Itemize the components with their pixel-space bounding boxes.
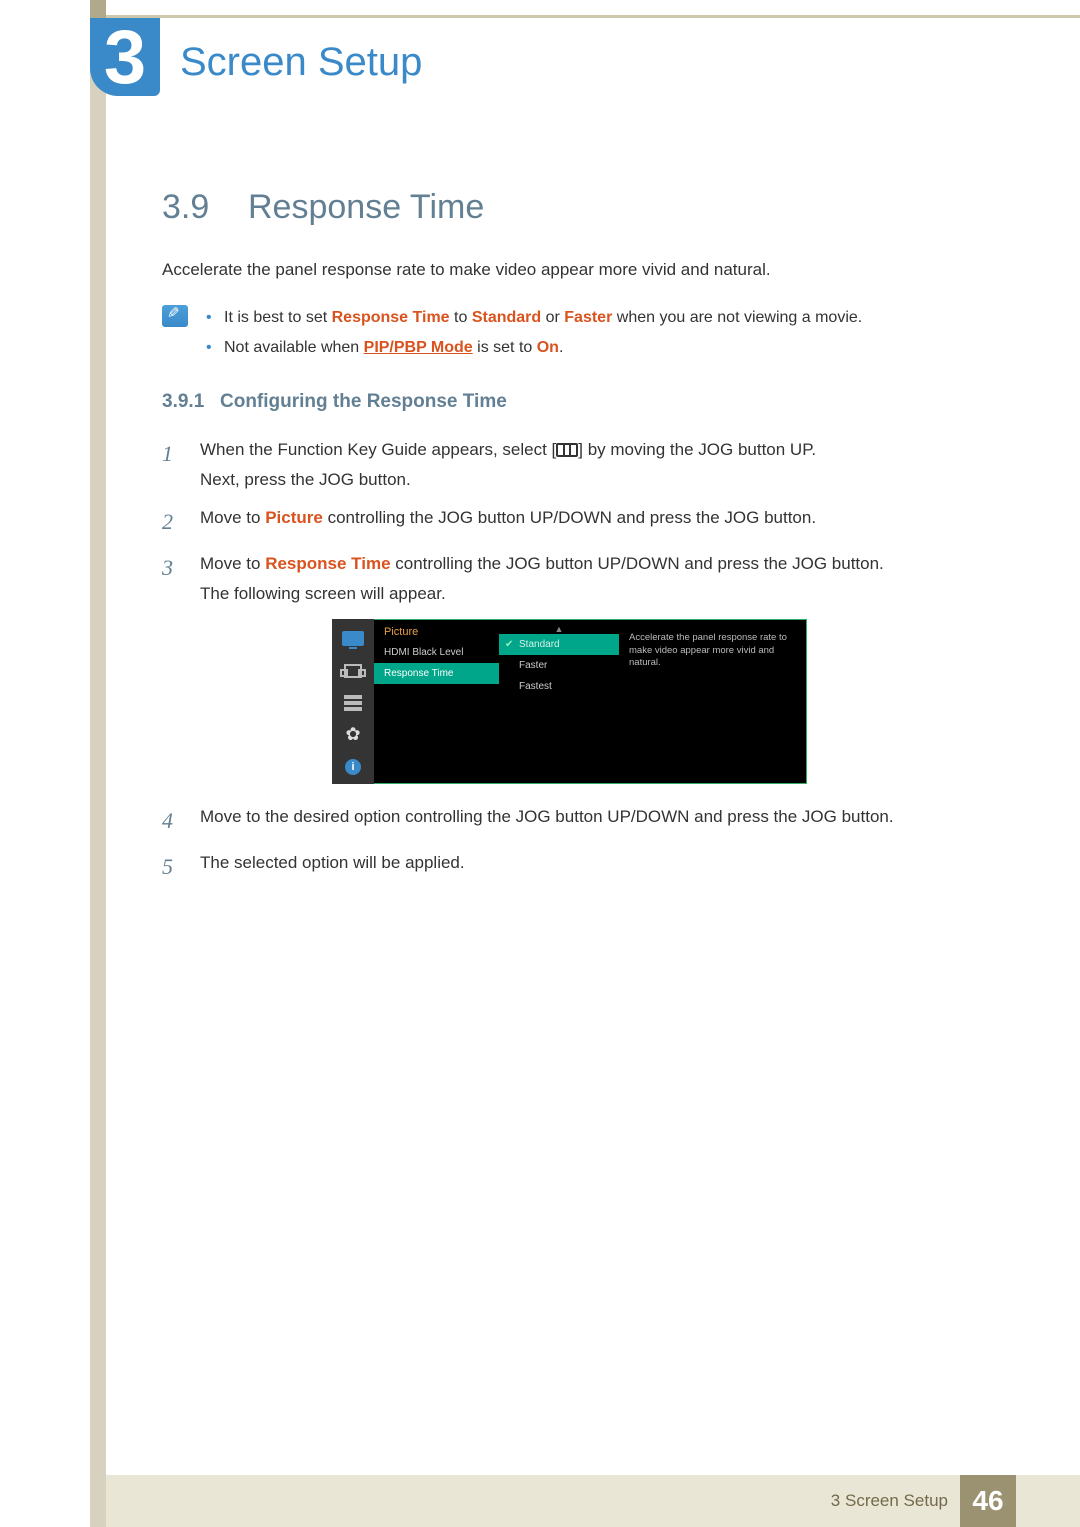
chapter-title: Screen Setup <box>180 40 422 85</box>
step-text: controlling the JOG button UP/DOWN and p… <box>323 508 816 527</box>
note-text: or <box>541 309 564 326</box>
step-body: When the Function Key Guide appears, sel… <box>200 435 982 495</box>
footer-chapter-label: 3 Screen Setup <box>831 1491 948 1511</box>
step-item: 4 Move to the desired option controlling… <box>162 802 982 841</box>
step-item: 3 Move to Response Time controlling the … <box>162 549 982 609</box>
section-intro: Accelerate the panel response rate to ma… <box>162 257 982 283</box>
step-number: 4 <box>162 802 182 841</box>
note-text: when you are not viewing a movie. <box>612 309 862 326</box>
note-text: to <box>450 309 472 326</box>
note-list: It is best to set Response Time to Stand… <box>206 303 862 364</box>
step-body: Move to Picture controlling the JOG butt… <box>200 503 982 542</box>
step-number: 3 <box>162 549 182 609</box>
step-text: Next, press the JOG button. <box>200 470 411 489</box>
step-text: Move to <box>200 508 265 527</box>
step-item: 1 When the Function Key Guide appears, s… <box>162 435 982 495</box>
note-text: . <box>559 339 563 356</box>
step-body: Move to Response Time controlling the JO… <box>200 549 982 609</box>
header-rule <box>106 15 1080 18</box>
note-link[interactable]: PIP/PBP Mode <box>364 339 473 356</box>
step-text: controlling the JOG button UP/DOWN and p… <box>391 554 884 573</box>
subsection-title: Configuring the Response Time <box>220 391 507 413</box>
page-content: 3.9 Response Time Accelerate the panel r… <box>162 188 982 895</box>
step-item: 5 The selected option will be applied. <box>162 848 982 887</box>
subsection-heading: 3.9.1 Configuring the Response Time <box>162 391 982 413</box>
page-footer: 3 Screen Setup 46 <box>106 1475 1080 1527</box>
step-text: When the Function Key Guide appears, sel… <box>200 440 556 459</box>
note-highlight: Faster <box>564 309 612 326</box>
osd-nav-pip-icon <box>341 661 365 681</box>
note-item: It is best to set Response Time to Stand… <box>206 303 862 333</box>
osd-menu-item: HDMI Black Level <box>374 642 499 663</box>
section-title: Response Time <box>248 188 484 227</box>
step-body: Move to the desired option controlling t… <box>200 802 982 841</box>
osd-option: Fastest <box>499 676 619 697</box>
osd-scroll-up-icon: ▲ <box>499 624 619 634</box>
menu-icon <box>556 443 578 457</box>
footer-page-number: 46 <box>960 1475 1016 1527</box>
step-number: 2 <box>162 503 182 542</box>
osd-panel: ✿ i Picture HDMI Black Level Response Ti… <box>332 619 807 784</box>
osd-nav-list-icon <box>341 693 365 713</box>
step-item: 2 Move to Picture controlling the JOG bu… <box>162 503 982 542</box>
step-number: 1 <box>162 435 182 495</box>
step-highlight: Picture <box>265 508 323 527</box>
osd-main: Picture HDMI Black Level Response Time ▲… <box>374 619 807 784</box>
osd-option-selected: Standard <box>499 634 619 655</box>
osd-nav-info-icon: i <box>341 757 365 777</box>
step-text: The following screen will appear. <box>200 584 446 603</box>
osd-options-column: ▲ Standard Faster Fastest <box>499 620 619 783</box>
step-highlight: Response Time <box>265 554 390 573</box>
steps-list-cont: 4 Move to the desired option controlling… <box>162 802 982 887</box>
osd-menu-column: Picture HDMI Black Level Response Time <box>374 620 499 783</box>
section-heading: 3.9 Response Time <box>162 188 982 227</box>
note-text: Not available when <box>224 339 364 356</box>
note-highlight: On <box>537 339 559 356</box>
osd-option: Faster <box>499 655 619 676</box>
note-item: Not available when PIP/PBP Mode is set t… <box>206 333 862 363</box>
step-text: Move to <box>200 554 265 573</box>
section-number: 3.9 <box>162 188 248 227</box>
osd-description: Accelerate the panel response rate to ma… <box>619 620 806 783</box>
step-text: ] by moving the JOG button UP. <box>578 440 816 459</box>
osd-menu-header: Picture <box>374 620 499 642</box>
sidebar-stripe <box>90 0 106 1527</box>
osd-screenshot: ✿ i Picture HDMI Black Level Response Ti… <box>332 619 982 784</box>
subsection-number: 3.9.1 <box>162 391 220 413</box>
step-body: The selected option will be applied. <box>200 848 982 887</box>
note-highlight: Response Time <box>332 309 450 326</box>
note-text: It is best to set <box>224 309 332 326</box>
step-number: 5 <box>162 848 182 887</box>
osd-nav-rail: ✿ i <box>332 619 374 784</box>
note-text: is set to <box>473 339 537 356</box>
osd-menu-item-selected: Response Time <box>374 663 499 684</box>
steps-list: 1 When the Function Key Guide appears, s… <box>162 435 982 609</box>
note-icon <box>162 305 188 327</box>
note-highlight: Standard <box>472 309 541 326</box>
note-block: It is best to set Response Time to Stand… <box>162 303 982 364</box>
osd-nav-gear-icon: ✿ <box>341 725 365 745</box>
osd-nav-picture-icon <box>341 629 365 649</box>
chapter-number-badge: 3 <box>90 18 160 96</box>
